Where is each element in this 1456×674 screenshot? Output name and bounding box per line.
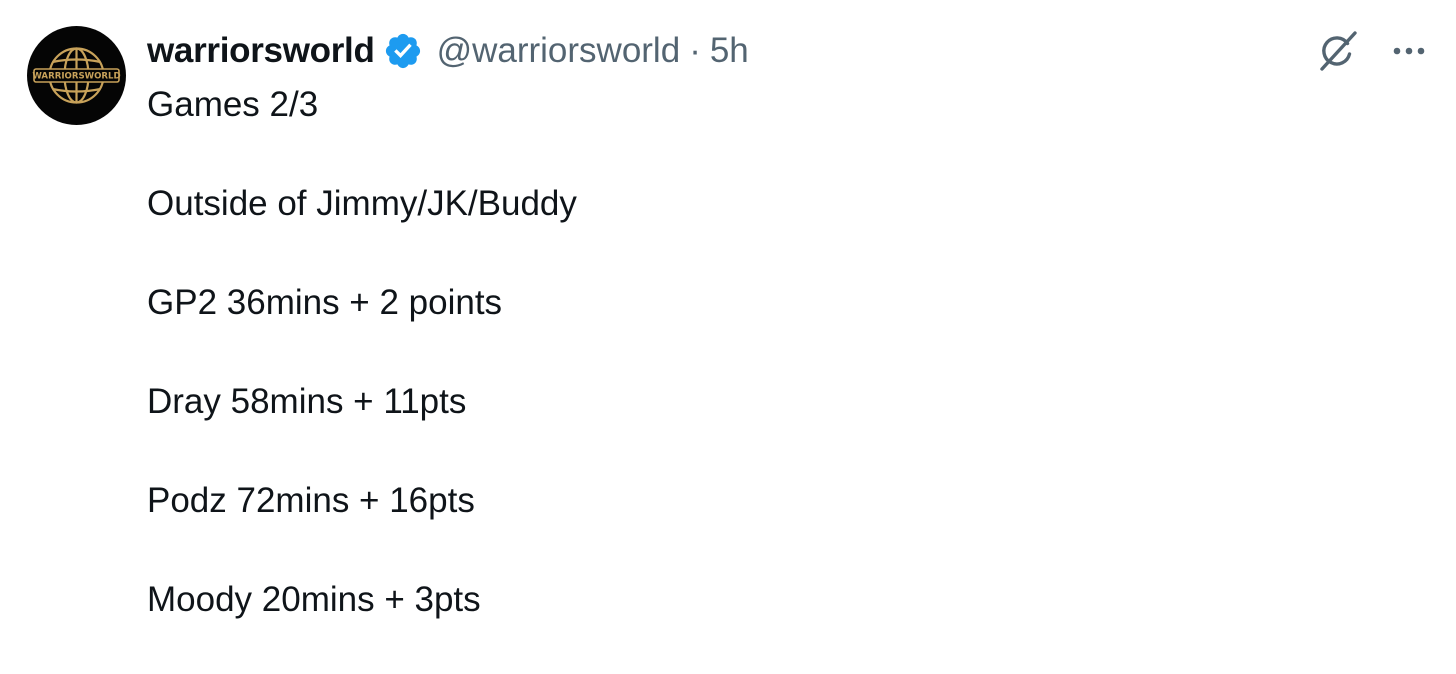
tweet-line: Dray 58mins + 11pts [147, 382, 467, 421]
tweet-text: Games 2/3 Outside of Jimmy/JK/Buddy GP2 … [147, 80, 1347, 674]
tweet-actions [1314, 28, 1428, 74]
tweet-line: Podz 72mins + 16pts [147, 481, 475, 520]
tweet-line: Moody 20mins + 3pts [147, 580, 481, 619]
header-separator: · [689, 31, 701, 70]
tweet-line: Outside of Jimmy/JK/Buddy [147, 184, 577, 223]
verified-badge-icon[interactable] [383, 31, 423, 71]
tweet-timestamp[interactable]: 5h [710, 31, 749, 71]
grok-icon[interactable] [1314, 28, 1360, 74]
tweet-line: GP2 36mins + 2 points [147, 283, 503, 322]
tweet-line: Games 2/3 [147, 85, 319, 124]
tweet-header: warriorsworld @warriorsworld · 5h [147, 28, 749, 74]
more-options-icon[interactable] [1390, 32, 1428, 70]
avatar-logo-text: WARRIORSWORLD [32, 72, 120, 82]
display-name[interactable]: warriorsworld [147, 31, 375, 71]
warriorsworld-logo: WARRIORSWORLD [32, 47, 121, 104]
user-handle[interactable]: @warriorsworld [437, 31, 681, 71]
tweet: WARRIORSWORLD warriorsworld @warriorswor… [0, 0, 1456, 652]
avatar[interactable]: WARRIORSWORLD [27, 26, 126, 125]
